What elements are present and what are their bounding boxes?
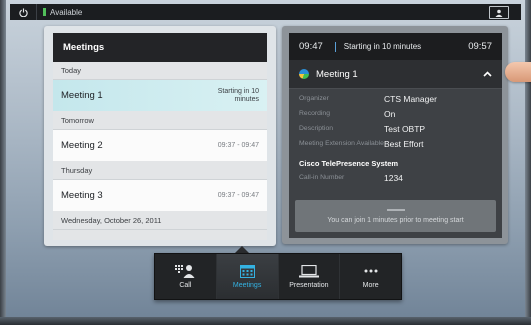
details-fields: Organizer CTS Manager Recording On Descr…: [289, 89, 502, 187]
meeting-time: 09:37 - 09:47: [217, 142, 259, 149]
nav-presentation-button[interactable]: Presentation: [279, 254, 341, 299]
detail-value: Test OBTP: [384, 124, 426, 134]
screen-bezel-right: [525, 0, 531, 325]
bottom-navigation: Call Meetings Presentation More: [154, 253, 402, 300]
detail-value: On: [384, 109, 396, 119]
detail-label: Description: [299, 125, 333, 132]
join-message: You can join 1 minutes prior to meeting …: [327, 216, 464, 224]
day-header-date: Wednesday, October 26, 2011: [53, 212, 267, 230]
detail-row-extension: Meeting Extension Available Best Effort: [299, 138, 492, 153]
detail-label: Call-in Number: [299, 174, 345, 181]
detail-label: Organizer: [299, 95, 329, 102]
day-header-today: Today: [53, 62, 267, 80]
join-meeting-button[interactable]: You can join 1 minutes prior to meeting …: [295, 200, 496, 232]
time-divider: [334, 41, 336, 52]
detail-value: Best Effort: [384, 139, 424, 149]
detail-row-description: Description Test OBTP: [299, 123, 492, 138]
detail-label: Meeting Extension Available: [299, 140, 384, 147]
nav-label: Presentation: [289, 282, 329, 289]
day-header-tomorrow: Tomorrow: [53, 112, 267, 130]
meeting-list-item[interactable]: Meeting 3 09:37 - 09:47: [53, 180, 267, 212]
finger-touch-image: [505, 62, 531, 82]
detail-value: 1234: [384, 173, 403, 183]
details-time-bar: 09:47 Starting in 10 minutes 09:57: [289, 33, 502, 60]
detail-row-organizer: Organizer CTS Manager: [299, 93, 492, 108]
availability-indicator: [43, 8, 46, 16]
chevron-up-icon[interactable]: [483, 71, 492, 77]
screen-bezel-bottom: [0, 317, 531, 325]
starting-in-text: Starting in 10 minutes: [343, 42, 422, 51]
call-keypad-icon: [175, 265, 195, 278]
globe-icon: [299, 69, 309, 79]
person-icon: [495, 9, 503, 17]
availability-status[interactable]: Available: [50, 8, 82, 17]
start-time: 09:47: [299, 41, 323, 52]
nav-call-button[interactable]: Call: [155, 254, 217, 299]
nav-more-button[interactable]: More: [340, 254, 401, 299]
laptop-icon: [298, 264, 319, 277]
status-bar: Available: [10, 4, 521, 20]
meeting-details-panel: 09:47 Starting in 10 minutes 09:57 Meeti…: [289, 33, 502, 238]
detail-value: CTS Manager: [384, 94, 437, 104]
meeting-title: Meeting 3: [61, 190, 103, 201]
selfview-button[interactable]: [489, 6, 509, 19]
more-dots-icon: [364, 269, 378, 273]
nav-label: Call: [179, 282, 192, 289]
details-meeting-title: Meeting 1: [316, 68, 358, 80]
calendar-icon: [239, 265, 255, 278]
detail-row-call-in: Call-in Number 1234: [299, 172, 492, 187]
meeting-start-info: Starting in 10 minutes: [217, 87, 259, 103]
meeting-title: Meeting 2: [61, 140, 103, 151]
meetings-list-panel: Meetings Today Meeting 1 Starting in 10 …: [53, 33, 267, 240]
drag-handle-icon: [386, 208, 405, 211]
power-button[interactable]: [10, 4, 37, 20]
meeting-title: Meeting 1: [61, 90, 103, 101]
list-overflow-row[interactable]: [53, 230, 267, 240]
detail-row-recording: Recording On: [299, 108, 492, 123]
detail-label: Recording: [299, 110, 330, 117]
system-section-title: Cisco TelePresence System: [299, 159, 399, 168]
meeting-list-item[interactable]: Meeting 1 Starting in 10 minutes: [53, 80, 267, 112]
nav-label: Meetings: [232, 282, 262, 289]
day-header-thursday: Thursday: [53, 162, 267, 180]
nav-label: More: [362, 282, 379, 289]
nav-meetings-button[interactable]: Meetings: [216, 254, 279, 299]
details-title-row[interactable]: Meeting 1: [289, 60, 502, 89]
meetings-panel-title: Meetings: [53, 33, 267, 62]
power-icon: [18, 7, 28, 17]
screen-bezel-left: [0, 0, 6, 325]
meeting-time: 09:37 - 09:47: [217, 192, 259, 199]
end-time: 09:57: [468, 41, 492, 52]
meeting-list-item[interactable]: Meeting 2 09:37 - 09:47: [53, 130, 267, 162]
nav-pointer: [235, 246, 249, 253]
